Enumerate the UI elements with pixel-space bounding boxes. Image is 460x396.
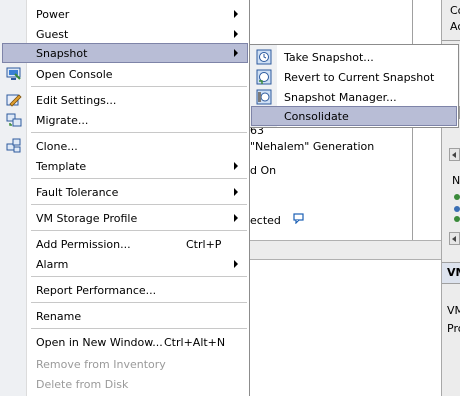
- submenu-arrow-icon: [234, 10, 238, 18]
- submenu-item-label: Consolidate: [284, 110, 349, 123]
- menu-separator: [31, 230, 247, 231]
- menu-item-label: Open in New Window...: [36, 336, 163, 349]
- section-header: [247, 240, 441, 260]
- cpu-generation-text: "Nehalem" Generation: [250, 140, 375, 153]
- menu-item-label: Rename: [36, 310, 82, 323]
- right-panel-vm-label: VM: [447, 304, 460, 317]
- submenu-arrow-icon: [234, 30, 238, 38]
- menu-item-shortcut: Ctrl+Alt+N: [164, 336, 226, 349]
- menu-item-label: Template: [36, 160, 87, 173]
- menu-separator: [31, 204, 247, 205]
- menu-item-shortcut: Ctrl+P: [186, 238, 222, 251]
- menu-item-guest[interactable]: Guest: [2, 24, 248, 44]
- menu-item-open-console[interactable]: Open Console: [2, 64, 248, 84]
- menu-item-vm-storage-profile[interactable]: VM Storage Profile: [2, 208, 248, 228]
- menu-item-label: Edit Settings...: [36, 94, 117, 107]
- submenu-arrow-icon: [234, 214, 238, 222]
- migrate-icon: [6, 113, 22, 127]
- menu-item-remove-from-inventory: Remove from Inventory: [2, 354, 248, 374]
- submenu-item-revert-snapshot[interactable]: Revert to Current Snapshot: [251, 67, 457, 87]
- right-panel-pro-label: Pro: [447, 322, 460, 335]
- snapshot-manager-icon: [256, 89, 272, 105]
- submenu-arrow-icon: [234, 260, 238, 268]
- menu-item-open-in-new-window[interactable]: Open in New Window... Ctrl+Alt+N: [2, 332, 248, 352]
- menu-item-clone[interactable]: Clone...: [2, 136, 248, 156]
- menu-item-label: Remove from Inventory: [36, 358, 166, 371]
- menu-item-migrate[interactable]: Migrate...: [2, 110, 248, 130]
- menu-separator: [31, 178, 247, 179]
- submenu-item-label: Snapshot Manager...: [284, 91, 397, 104]
- right-panel-text-1: Co: [450, 4, 460, 17]
- menu-item-label: Report Performance...: [36, 284, 157, 297]
- submenu-arrow-icon: [234, 188, 238, 196]
- submenu-arrow-icon: [234, 162, 238, 170]
- menu-item-label: Open Console: [36, 68, 113, 81]
- menu-separator: [31, 302, 247, 303]
- menu-item-template[interactable]: Template: [2, 156, 248, 176]
- message-icon[interactable]: [293, 213, 305, 224]
- menu-item-alarm[interactable]: Alarm: [2, 254, 248, 274]
- menu-item-rename[interactable]: Rename: [2, 306, 248, 326]
- submenu-item-label: Revert to Current Snapshot: [284, 71, 435, 84]
- menu-item-delete-from-disk: Delete from Disk: [2, 374, 248, 394]
- menu-item-label: Add Permission...: [36, 238, 131, 251]
- menu-item-label: Delete from Disk: [36, 378, 129, 391]
- revert-snapshot-icon: [256, 69, 272, 85]
- clone-icon: [6, 138, 21, 153]
- menu-separator: [31, 276, 247, 277]
- menu-item-report-performance[interactable]: Report Performance...: [2, 280, 248, 300]
- scroll-left-button[interactable]: [449, 148, 460, 161]
- take-snapshot-icon: [256, 49, 272, 65]
- submenu-item-label: Take Snapshot...: [284, 51, 374, 64]
- menu-item-label: Clone...: [36, 140, 78, 153]
- menu-separator: [31, 328, 247, 329]
- menu-item-add-permission[interactable]: Add Permission... Ctrl+P: [2, 234, 248, 254]
- menu-item-label: Snapshot: [36, 47, 88, 60]
- vm-context-menu: Power Guest Snapshot Open Console Edit S…: [0, 0, 250, 396]
- menu-item-label: Migrate...: [36, 114, 89, 127]
- menu-item-label: Power: [36, 8, 70, 21]
- menu-item-edit-settings[interactable]: Edit Settings...: [2, 90, 248, 110]
- submenu-arrow-icon: [234, 49, 238, 57]
- console-icon: [6, 67, 21, 80]
- status-icons: [454, 194, 460, 222]
- snapshot-submenu: Take Snapshot... Revert to Current Snaps…: [249, 44, 459, 128]
- menu-item-label: Alarm: [36, 258, 69, 271]
- menu-separator: [31, 132, 247, 133]
- menu-item-power[interactable]: Power: [2, 4, 248, 24]
- menu-item-label: VM Storage Profile: [36, 212, 138, 225]
- scroll-left-button[interactable]: [449, 232, 460, 245]
- submenu-item-consolidate[interactable]: Consolidate: [251, 106, 457, 126]
- edit-settings-icon: [6, 94, 22, 107]
- power-state-text: d On: [250, 164, 277, 177]
- right-panel-n-label: N: [452, 174, 460, 187]
- menu-separator: [31, 86, 247, 87]
- right-panel-divider: [442, 40, 460, 41]
- menu-item-label: Fault Tolerance: [36, 186, 119, 199]
- menu-item-label: Guest: [36, 28, 69, 41]
- connection-state-text: ected: [250, 214, 281, 227]
- menu-item-snapshot[interactable]: Snapshot: [2, 43, 248, 63]
- submenu-item-snapshot-manager[interactable]: Snapshot Manager...: [251, 87, 457, 107]
- right-panel-vm-header: VM: [447, 266, 460, 279]
- right-panel-text-2: Ac: [450, 20, 460, 33]
- submenu-item-take-snapshot[interactable]: Take Snapshot...: [251, 47, 457, 67]
- menu-item-fault-tolerance[interactable]: Fault Tolerance: [2, 182, 248, 202]
